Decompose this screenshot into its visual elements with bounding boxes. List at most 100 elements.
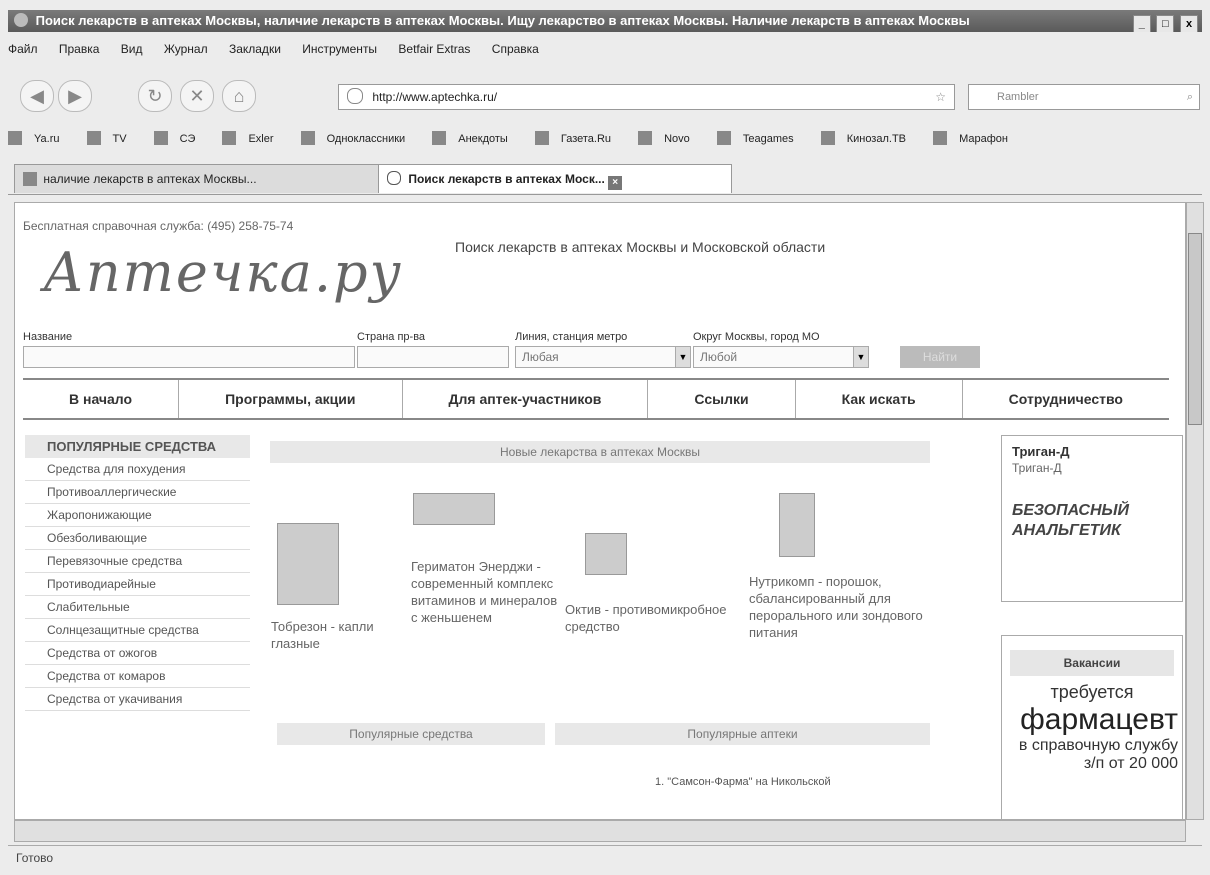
vertical-scrollbar[interactable] — [1186, 202, 1204, 820]
bookmark-teagames[interactable]: Teagames — [716, 131, 806, 145]
product-text[interactable]: Нутрикомп - порошок, сбалансированный дл… — [749, 573, 929, 641]
bookmark-novo[interactable]: Novo — [638, 131, 702, 145]
sidebar-item[interactable]: Средства для похудения — [25, 458, 250, 481]
sidebar-item[interactable]: Средства от укачивания — [25, 688, 250, 711]
bookmark-anekdoty[interactable]: Анекдоты — [432, 131, 520, 145]
country-label: Страна пр-ва — [357, 331, 426, 343]
anekdoty-icon — [432, 131, 447, 145]
bookmark-label: Марафон — [959, 133, 1008, 145]
product-image[interactable] — [779, 493, 815, 557]
bookmark-yaru[interactable]: Ya.ru — [8, 131, 71, 145]
horizontal-scrollbar[interactable] — [14, 820, 1186, 842]
menu-bookmarks[interactable]: Закладки — [229, 42, 281, 56]
window-title: Поиск лекарств в аптеках Москвы, наличие… — [35, 13, 970, 28]
nav-links[interactable]: Ссылки — [648, 380, 796, 418]
tab-close-icon[interactable]: × — [608, 176, 623, 190]
home-button[interactable]: ⌂ — [222, 80, 256, 112]
ad-slogan: БЕЗОПАСНЫЙ АНАЛЬГЕТИК — [1012, 502, 1129, 539]
chevron-down-icon: ▼ — [853, 347, 868, 367]
nav-programs[interactable]: Программы, акции — [179, 380, 403, 418]
vacancy-header: Вакансии — [1010, 650, 1174, 676]
address-bar[interactable]: http://www.aptechka.ru/ ☆ — [338, 84, 955, 110]
site-tagline: Поиск лекарств в аптеках Москвы и Москов… — [455, 239, 826, 255]
forward-arrow-icon: ▶ — [68, 86, 82, 106]
nav-how-to-search[interactable]: Как искать — [796, 380, 963, 418]
sidebar-item[interactable]: Противодиарейные — [25, 573, 250, 596]
menu-tools[interactable]: Инструменты — [302, 42, 377, 56]
district-value: Любой — [700, 350, 738, 364]
sidebar-item[interactable]: Солнцезащитные средства — [25, 619, 250, 642]
search-box[interactable]: Rambler ⌕ — [968, 84, 1200, 110]
yandex-icon — [23, 172, 37, 186]
bookmark-label: Exler — [248, 133, 274, 145]
product-text[interactable]: Октив - противомикробное средство — [565, 601, 745, 635]
menu-view[interactable]: Вид — [121, 42, 143, 56]
odnoklassniki-icon — [300, 131, 315, 145]
window-controls: _ □ x — [1131, 12, 1198, 32]
popular-pharmacies-header: Популярные аптеки — [555, 723, 930, 745]
reload-button[interactable]: ↻ — [138, 80, 172, 112]
metro-select[interactable]: Любая ▼ — [515, 346, 691, 368]
country-input[interactable] — [357, 346, 509, 368]
tab-poisk[interactable]: Поиск лекарств в аптеках Моск... × — [378, 164, 732, 193]
bookmark-gazeta[interactable]: Газета.Ru — [534, 131, 623, 145]
tab-nalichie[interactable]: наличие лекарств в аптеках Москвы... — [14, 164, 388, 193]
find-button[interactable]: Найти — [900, 346, 980, 368]
sidebar-item[interactable]: Противоаллергические — [25, 481, 250, 504]
sidebar-item[interactable]: Средства от комаров — [25, 665, 250, 688]
bookmark-label: TV — [112, 133, 127, 145]
sidebar-item[interactable]: Перевязочные средства — [25, 550, 250, 573]
nav-pharmacies[interactable]: Для аптек-участников — [403, 380, 649, 418]
name-input[interactable] — [23, 346, 355, 368]
vacancy-line4: з/п от 20 000 — [1083, 755, 1178, 772]
bookmark-se[interactable]: СЭ — [153, 131, 208, 145]
trigan-ad[interactable]: Триган-Д Триган-Д БЕЗОПАСНЫЙ АНАЛЬГЕТИК — [1001, 435, 1183, 602]
district-select[interactable]: Любой ▼ — [693, 346, 869, 368]
navigation-toolbar: ◀ ▶ ↻ ✕ ⌂ http://www.aptechka.ru/ ☆ Ramb… — [8, 70, 1202, 122]
bookmark-marafon[interactable]: Марафон — [933, 131, 1020, 145]
free-help-phone: Бесплатная справочная служба: (495) 258-… — [23, 219, 294, 233]
nav-home[interactable]: В начало — [23, 380, 180, 418]
menu-betfair[interactable]: Betfair Extras — [398, 42, 470, 56]
menu-edit[interactable]: Правка — [59, 42, 100, 56]
close-button[interactable]: x — [1180, 15, 1198, 32]
url-text: http://www.aptechka.ru/ — [372, 90, 498, 104]
menu-help[interactable]: Справка — [492, 42, 539, 56]
list-item[interactable]: 1. "Самсон-Фарма" на Никольской — [655, 773, 845, 791]
sidebar-header: ПОПУЛЯРНЫЕ СРЕДСТВА — [25, 435, 250, 458]
product-image[interactable] — [413, 493, 495, 525]
bookmark-label: Одноклассники — [326, 133, 406, 145]
bookmark-star-icon[interactable]: ☆ — [935, 85, 946, 109]
product-text[interactable]: Тобрезон - капли глазные — [271, 618, 391, 652]
sidebar-item[interactable]: Обезболивающие — [25, 527, 250, 550]
metro-label: Линия, станция метро — [515, 331, 628, 343]
sidebar-item[interactable]: Жаропонижающие — [25, 504, 250, 527]
vacancy-line3: в справочную службу — [1018, 737, 1178, 754]
menu-file[interactable]: Файл — [8, 42, 38, 56]
bookmarks-bar: Ya.ru TV СЭ Exler Одноклассники Анекдоты… — [8, 128, 1202, 150]
back-button[interactable]: ◀ — [20, 80, 54, 112]
minimize-button[interactable]: _ — [1132, 15, 1151, 32]
web-page: Бесплатная справочная служба: (495) 258-… — [14, 202, 1186, 820]
site-logo[interactable]: Аптечка.ру — [43, 241, 403, 304]
forward-button[interactable]: ▶ — [58, 80, 92, 112]
popular-sidebar: ПОПУЛЯРНЫЕ СРЕДСТВА Средства для похуден… — [25, 435, 250, 711]
nav-cooperation[interactable]: Сотрудничество — [963, 380, 1169, 418]
menu-history[interactable]: Журнал — [164, 42, 208, 56]
bookmark-tv[interactable]: TV — [86, 131, 139, 145]
product-image[interactable] — [277, 523, 339, 605]
bookmark-exler[interactable]: Exler — [222, 131, 285, 145]
search-icon[interactable]: ⌕ — [1187, 85, 1193, 109]
bookmark-kinozal[interactable]: Кинозал.ТВ — [820, 131, 918, 145]
tv-icon — [86, 131, 101, 145]
product-image[interactable] — [585, 533, 627, 575]
stop-button[interactable]: ✕ — [180, 80, 214, 112]
sidebar-item[interactable]: Средства от ожогов — [25, 642, 250, 665]
sidebar-item[interactable]: Слабительные — [25, 596, 250, 619]
maximize-button[interactable]: □ — [1156, 15, 1175, 32]
loading-icon — [387, 171, 401, 185]
bookmark-odnoklassniki[interactable]: Одноклассники — [300, 131, 418, 145]
product-text[interactable]: Гериматон Энерджи - современный комплекс… — [411, 558, 561, 626]
vacancy-ad[interactable]: Вакансии требуется фармацевт в справочну… — [1001, 635, 1183, 819]
scroll-thumb[interactable] — [1188, 233, 1202, 425]
